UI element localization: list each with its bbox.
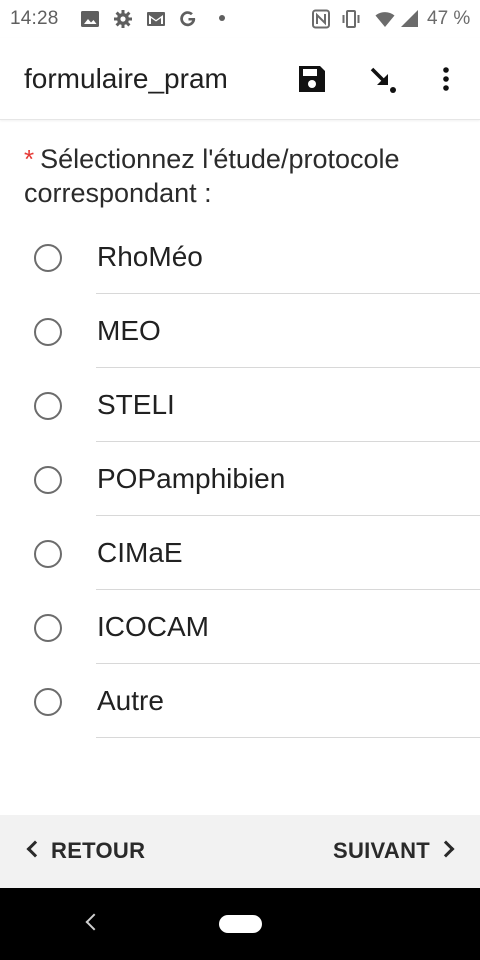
chevron-right-icon: [437, 840, 455, 858]
radio-button[interactable]: [34, 318, 62, 346]
next-label: SUIVANT: [332, 838, 430, 863]
battery-percent: 47 %: [427, 8, 471, 29]
radio-option-popamphibien[interactable]: POPamphibien: [0, 442, 480, 516]
question-prompt: * Sélectionnez l'étude/protocole correspo…: [24, 142, 464, 210]
radio-button[interactable]: [34, 540, 62, 568]
image-icon: [81, 11, 99, 27]
app-bar: formulaire_pram: [0, 38, 480, 120]
gear-icon: [114, 10, 132, 28]
radio-option-meo[interactable]: MEO: [0, 294, 480, 368]
question-text: Sélectionnez l'étude/protocole correspon…: [24, 144, 400, 208]
radio-button[interactable]: [34, 688, 62, 716]
google-icon: [180, 11, 196, 27]
radio-option-steli[interactable]: STELI: [0, 368, 480, 442]
jump-arrow-icon[interactable]: [366, 63, 398, 95]
dot-icon: [219, 15, 225, 21]
option-label: MEO: [97, 315, 161, 346]
signal-icon: [401, 10, 418, 27]
radio-option-rhomeo[interactable]: RhoMéo: [0, 220, 480, 294]
status-bar: 14:28 47 %: [0, 0, 480, 38]
option-label: CIMaE: [97, 537, 183, 568]
divider: [96, 737, 480, 738]
radio-button[interactable]: [34, 466, 62, 494]
option-label: Autre: [97, 685, 164, 716]
radio-button[interactable]: [34, 244, 62, 272]
form-navigation-bar: RETOUR SUIVANT: [0, 815, 480, 888]
vibrate-icon: [342, 10, 360, 28]
radio-button[interactable]: [34, 614, 62, 642]
system-back-icon[interactable]: [85, 913, 103, 931]
save-icon[interactable]: [296, 63, 328, 95]
radio-button[interactable]: [34, 392, 62, 420]
radio-option-autre[interactable]: Autre: [0, 664, 480, 738]
more-vert-icon[interactable]: [430, 63, 462, 95]
option-label: POPamphibien: [97, 463, 286, 494]
nfc-icon: [312, 9, 330, 29]
next-button[interactable]: SUIVANT: [333, 838, 456, 864]
system-navigation-bar: [0, 888, 480, 960]
status-time: 14:28: [10, 8, 59, 29]
option-label: RhoMéo: [97, 241, 203, 272]
app-title: formulaire_pram: [24, 63, 228, 94]
chevron-left-icon: [26, 840, 44, 858]
radio-option-cimae[interactable]: CIMaE: [0, 516, 480, 590]
back-label: RETOUR: [51, 838, 146, 863]
wifi-icon: [375, 12, 395, 27]
back-button[interactable]: RETOUR: [25, 838, 145, 864]
option-label: ICOCAM: [97, 611, 209, 642]
required-marker: *: [24, 144, 35, 174]
option-label: STELI: [97, 389, 175, 420]
home-pill-icon[interactable]: [219, 915, 262, 933]
radio-option-icocam[interactable]: ICOCAM: [0, 590, 480, 664]
gmail-icon: [147, 12, 165, 26]
radio-group: RhoMéo MEO STELI POPamphibien CIMaE ICOC…: [0, 220, 480, 738]
